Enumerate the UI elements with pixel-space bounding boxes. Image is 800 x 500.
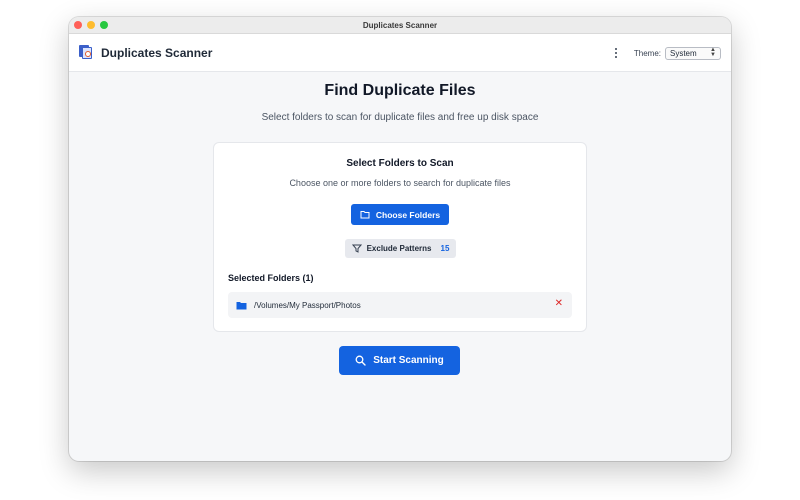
title-bar: Duplicates Scanner [69,17,731,34]
page-subtitle: Select folders to scan for duplicate fil… [261,112,539,123]
folder-path: /Volumes/My Passport/Photos [254,300,361,310]
start-scanning-button[interactable]: Start Scanning [339,346,460,375]
app-window: Duplicates Scanner Duplicates Scanner Th… [69,17,731,461]
exclude-count-badge: 15 [440,244,450,253]
card-subtitle: Choose one or more folders to search for… [289,178,511,188]
close-icon[interactable]: ✕ [555,299,563,309]
page-title: Find Duplicate Files [324,82,476,99]
app-logo-icon [79,45,93,60]
header-controls: Theme: System ▲ ▼ [610,34,721,72]
window-controls [74,21,108,29]
card-title: Select Folders to Scan [346,158,454,169]
exclude-patterns-button[interactable]: Exclude Patterns 15 [345,239,456,258]
close-window-button[interactable] [74,21,82,29]
theme-label: Theme: [633,48,661,58]
selected-folders-heading: Selected Folders (1) [228,273,314,283]
folder-filled-icon [236,301,247,309]
start-scanning-label: Start Scanning [373,355,444,366]
folder-outline-icon [360,211,370,219]
folder-selection-card: Select Folders to Scan Choose one or mor… [213,142,587,332]
minimize-window-button[interactable] [87,21,95,29]
list-item: /Volumes/My Passport/Photos ✕ [228,292,572,318]
choose-folders-label: Choose Folders [375,209,441,220]
main-content: Find Duplicate Files Select folders to s… [69,72,731,461]
filter-icon [351,244,362,253]
theme-select[interactable]: System ▲ ▼ [665,46,721,60]
app-title: Duplicates Scanner [101,45,213,60]
choose-folders-button[interactable]: Choose Folders [351,204,449,225]
search-icon [355,355,366,366]
theme-select-value: System [670,48,697,58]
exclude-patterns-label: Exclude Patterns [366,244,432,253]
more-vertical-icon[interactable] [610,46,622,60]
chevron-updown-icon: ▲ ▼ [710,47,716,58]
app-header: Duplicates Scanner Theme: System ▲ ▼ [69,34,731,72]
window-title: Duplicates Scanner [362,20,438,30]
maximize-window-button[interactable] [100,21,108,29]
